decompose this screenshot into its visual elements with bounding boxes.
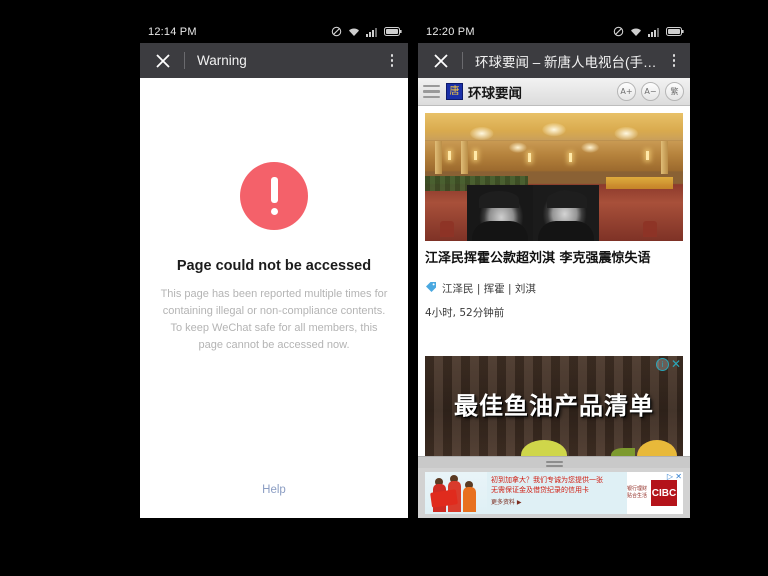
banner-adchoices[interactable]: ▷ ✕ — [667, 472, 682, 481]
page-title: 环球要闻 – 新唐人电视台(手… — [475, 54, 657, 70]
battery-icon — [384, 27, 402, 36]
banner-ad-copy: 初到加拿大？我们专诚为您提供一张 无需保证金及借贷纪录的信用卡 更多资料 ▶ — [487, 472, 627, 514]
right-status-bar: 12:20 PM — [418, 20, 690, 43]
ad-headline: 最佳鱼油产品清单 — [454, 392, 654, 420]
warning-message: This page has been reported multiple tim… — [160, 288, 388, 351]
banner-ad-inner: 初到加拿大？我们专诚为您提供一张 无需保证金及借贷纪录的信用卡 更多资料 ▶ 银… — [425, 472, 683, 514]
close-icon[interactable] — [150, 48, 176, 74]
site-bar-buttons: A+ A− 繁 — [617, 82, 684, 101]
article-timestamp: 4小时, 52分钟前 — [425, 307, 505, 319]
warning-body: Page could not be accessed This page has… — [140, 78, 408, 518]
page-title: Warning — [197, 53, 247, 68]
exclamation-circle-icon — [240, 162, 308, 230]
left-phone-screen: 12:14 PM Warning Page could not be acces… — [140, 20, 408, 518]
font-decrease-button[interactable]: A− — [641, 82, 660, 101]
status-icons — [331, 26, 402, 37]
left-status-bar: 12:14 PM — [140, 20, 408, 43]
cibc-logo: CIBC — [649, 478, 679, 508]
bottom-banner-ad[interactable]: 初到加拿大？我们专诚为您提供一张 无需保证金及借贷纪录的信用卡 更多资料 ▶ 银… — [418, 468, 690, 518]
battery-icon — [666, 27, 684, 36]
overflow-menu-icon[interactable] — [662, 48, 686, 74]
site-logo-glyph: 唐 — [449, 85, 460, 97]
font-increase-button[interactable]: A+ — [617, 82, 636, 101]
ad-leaf-decoration — [611, 448, 635, 456]
banner-ad-line2: 无需保证金及借贷纪录的信用卡 — [491, 486, 589, 494]
banner-ad-cta[interactable]: 更多资料 ▶ — [491, 497, 625, 506]
screenshot-stage: 12:14 PM Warning Page could not be acces… — [0, 0, 768, 576]
article-tags: 江泽民 | 挥霍 | 刘淇 — [425, 281, 683, 296]
right-phone-screen: 12:20 PM 环球要闻 – 新唐人电视台(手… 唐 环球要闻 A+ A− 繁… — [418, 20, 690, 518]
banner-ad-side-text: 银行理财 贴合生活 — [627, 486, 648, 499]
wifi-icon — [348, 27, 360, 37]
signal-icon — [366, 27, 378, 37]
status-clock: 12:20 PM — [426, 25, 475, 38]
adchoices-info-icon[interactable]: i — [655, 358, 669, 371]
article-content: 江泽民挥霍公款超刘淇 李克强震惊失语 江泽民 | 挥霍 | 刘淇 4小时, 52… — [418, 106, 690, 513]
article-tag-list[interactable]: 江泽民 | 挥霍 | 刘淇 — [442, 281, 536, 296]
tag-icon — [425, 281, 437, 296]
close-icon[interactable] — [428, 48, 454, 74]
banner-adchoices-label[interactable]: ▷ ✕ — [667, 472, 682, 481]
warning-title: Page could not be accessed — [176, 258, 372, 274]
banner-ad-line1: 初到加拿大？我们专诚为您提供一张 — [491, 476, 603, 484]
adchoices-controls[interactable]: i ✕ — [655, 358, 681, 371]
site-logo-icon: 唐 — [446, 83, 463, 100]
help-link[interactable]: Help — [140, 484, 408, 496]
status-clock: 12:14 PM — [148, 25, 197, 38]
article-headline[interactable]: 江泽民挥霍公款超刘淇 李克强震惊失语 — [425, 250, 683, 268]
mute-icon — [613, 26, 624, 37]
site-name: 环球要闻 — [468, 85, 522, 102]
hamburger-icon[interactable] — [423, 84, 440, 99]
mute-icon — [331, 26, 342, 37]
left-app-bar: Warning — [140, 43, 408, 78]
signal-icon — [648, 27, 660, 37]
app-bar-divider — [184, 52, 185, 69]
app-bar-divider — [462, 52, 463, 69]
wifi-icon — [630, 27, 642, 37]
ad-close-icon[interactable]: ✕ — [671, 358, 681, 370]
banner-ad-illustration — [425, 472, 487, 514]
status-icons — [613, 26, 684, 37]
inline-advertisement[interactable]: 最佳鱼油产品清单 i ✕ — [425, 356, 683, 456]
traditional-chinese-button[interactable]: 繁 — [665, 82, 684, 101]
overflow-menu-icon[interactable] — [380, 48, 404, 74]
site-header-bar: 唐 环球要闻 A+ A− 繁 — [418, 78, 690, 106]
officials-inset-photo — [467, 185, 599, 241]
right-app-bar: 环球要闻 – 新唐人电视台(手… — [418, 43, 690, 78]
article-photo[interactable] — [425, 113, 683, 241]
